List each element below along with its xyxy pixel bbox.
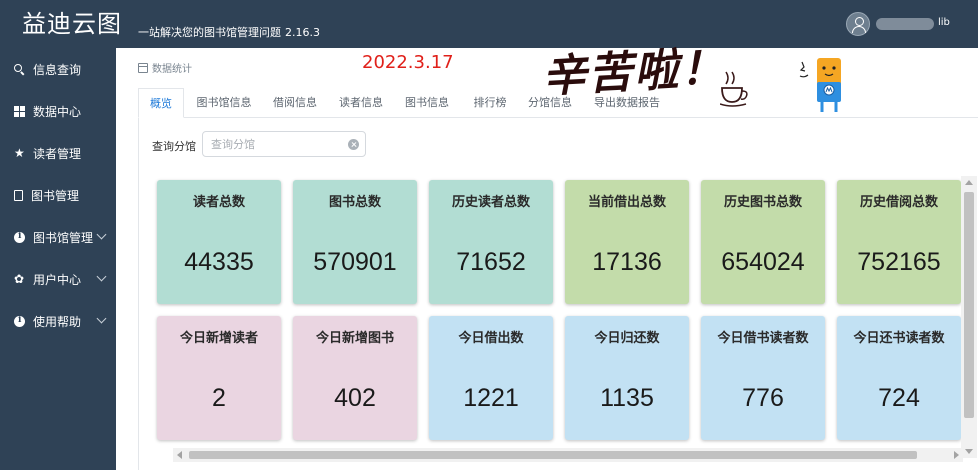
chevron-down-icon	[96, 271, 107, 282]
horizontal-scrollbar[interactable]	[173, 448, 963, 462]
card-title: 历史借阅总数	[859, 195, 938, 210]
card-value: 44335	[184, 248, 254, 276]
stat-card-returning-readers-today: 今日还书读者数 724	[837, 316, 961, 440]
sidebar-item-label: 数据中心	[33, 104, 82, 119]
tab-bar: 概览 图书馆信息 借阅信息 读者信息 图书信息 排行榜 分馆信息 导出数据报告	[138, 88, 978, 118]
grid-icon	[14, 105, 25, 117]
card-value: 724	[878, 384, 920, 412]
sidebar-item-label: 用户中心	[33, 272, 82, 287]
card-value: 402	[334, 384, 376, 412]
sidebar: 信息查询 数据中心 ★ 读者管理 图书管理 图书馆管理 ✿ 用户中心 使用帮助	[0, 48, 116, 470]
card-title: 历史图书总数	[723, 195, 802, 210]
user-avatar-icon[interactable]	[846, 12, 870, 36]
sidebar-item-user-center[interactable]: ✿ 用户中心	[0, 258, 116, 300]
tab-export-report[interactable]: 导出数据报告	[588, 88, 666, 118]
card-value: 17136	[592, 248, 662, 276]
sidebar-item-data-center[interactable]: 数据中心	[0, 90, 116, 132]
app-logo[interactable]: 益迪云图	[22, 6, 122, 42]
card-title: 当前借出总数	[587, 195, 666, 210]
sidebar-item-label: 信息查询	[33, 62, 82, 77]
clear-icon[interactable]	[348, 139, 359, 150]
scroll-right-icon[interactable]	[954, 451, 959, 459]
sidebar-item-book-management[interactable]: 图书管理	[0, 174, 116, 216]
tab-overview[interactable]: 概览	[138, 88, 184, 118]
card-title: 今日借出数	[458, 331, 524, 346]
card-value: 776	[742, 384, 784, 412]
card-value: 570901	[313, 248, 397, 276]
stat-card-new-books-today: 今日新增图书 402	[293, 316, 417, 440]
username-redacted	[876, 18, 934, 30]
stat-card-total-readers: 读者总数 44335	[157, 180, 281, 304]
star-icon: ★	[14, 145, 25, 160]
stat-card-current-loans: 当前借出总数 17136	[565, 180, 689, 304]
card-title: 今日还书读者数	[853, 331, 945, 346]
card-title: 今日新增读者	[179, 331, 258, 346]
stat-card-borrowing-readers-today: 今日借书读者数 776	[701, 316, 825, 440]
scrollbar-thumb[interactable]	[189, 451, 917, 459]
scrollbar-thumb[interactable]	[964, 192, 974, 418]
chevron-down-icon	[96, 229, 107, 240]
card-value: 2	[212, 384, 226, 412]
sparkle-doodle-icon	[799, 61, 809, 78]
calendar-icon	[138, 62, 148, 73]
info-icon	[14, 231, 25, 243]
tab-borrow-info[interactable]: 借阅信息	[264, 88, 326, 118]
sidebar-item-label: 图书馆管理	[33, 230, 94, 245]
user-menu[interactable]: lib	[846, 12, 978, 38]
sidebar-item-label: 图书管理	[31, 188, 80, 203]
branch-filter-label: 查询分馆	[152, 140, 196, 153]
tab-branch-info[interactable]: 分馆信息	[518, 88, 582, 118]
stat-card-historical-loans: 历史借阅总数 752165	[837, 180, 961, 304]
subtitle-text: 一站解决您的图书馆管理问题	[138, 26, 281, 39]
stat-card-new-readers-today: 今日新增读者 2	[157, 316, 281, 440]
stat-card-total-books: 图书总数 570901	[293, 180, 417, 304]
top-bar: 益迪云图 一站解决您的图书馆管理问题 2.16.3 lib	[0, 0, 978, 48]
scroll-down-icon[interactable]	[965, 449, 973, 454]
card-title: 图书总数	[328, 195, 381, 210]
sidebar-item-reader-management[interactable]: ★ 读者管理	[0, 132, 116, 174]
overview-panel: 查询分馆 读者总数 44335 图书总数 570901 历史读者总数 71652…	[138, 118, 978, 470]
card-title: 历史读者总数	[451, 195, 530, 210]
card-value: 654024	[721, 248, 805, 276]
info-icon	[14, 315, 25, 327]
sidebar-item-library-management[interactable]: 图书馆管理	[0, 216, 116, 258]
scroll-up-icon[interactable]	[965, 180, 973, 185]
card-value: 71652	[456, 248, 526, 276]
branch-search-input[interactable]	[202, 131, 366, 157]
tab-rankings[interactable]: 排行榜	[464, 88, 516, 118]
breadcrumb: 数据统计	[138, 60, 192, 75]
tab-reader-info[interactable]: 读者信息	[330, 88, 392, 118]
main-content: 数据统计 2022.3.17 辛苦啦！ 概览 图书馆信息 借阅信息 读者信息 图…	[116, 42, 978, 470]
sidebar-item-help[interactable]: 使用帮助	[0, 300, 116, 342]
stat-card-returns-today: 今日归还数 1135	[565, 316, 689, 440]
breadcrumb-label: 数据统计	[152, 64, 192, 75]
card-title: 今日借书读者数	[717, 331, 809, 346]
gear-icon: ✿	[14, 271, 25, 286]
username-suffix: lib	[938, 17, 950, 28]
card-title: 今日归还数	[594, 331, 660, 346]
sidebar-item-info-query[interactable]: 信息查询	[0, 48, 116, 90]
tab-book-info[interactable]: 图书信息	[396, 88, 458, 118]
card-value: 752165	[857, 248, 941, 276]
scroll-left-icon[interactable]	[177, 451, 182, 459]
app-subtitle: 一站解决您的图书馆管理问题 2.16.3	[138, 24, 320, 40]
stat-card-historical-books: 历史图书总数 654024	[701, 180, 825, 304]
stat-card-loans-today: 今日借出数 1221	[429, 316, 553, 440]
sidebar-item-label: 读者管理	[33, 146, 82, 161]
sidebar-item-label: 使用帮助	[33, 314, 82, 329]
date-annotation: 2022.3.17	[362, 52, 454, 73]
card-title: 今日新增图书	[315, 331, 394, 346]
version-label: 2.16.3	[285, 26, 320, 39]
chevron-down-icon	[96, 313, 107, 324]
card-value: 1135	[600, 384, 654, 412]
card-value: 1221	[463, 384, 519, 412]
vertical-scrollbar[interactable]	[961, 176, 977, 458]
card-title: 读者总数	[192, 195, 245, 210]
stat-card-historical-readers: 历史读者总数 71652	[429, 180, 553, 304]
tab-library-info[interactable]: 图书馆信息	[190, 88, 258, 118]
search-icon	[14, 63, 25, 75]
book-icon	[14, 189, 23, 201]
